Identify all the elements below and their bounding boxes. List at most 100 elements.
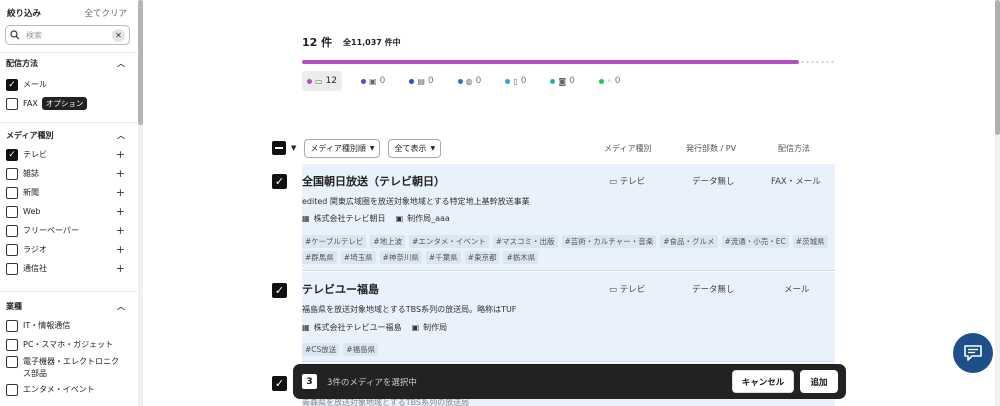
option-it[interactable]: IT・情報通信 (0, 316, 137, 335)
option-mail[interactable]: ✓ メール (0, 75, 137, 94)
section-header-delivery[interactable]: 配信方法 ︿ (0, 53, 137, 73)
cancel-button[interactable]: キャンセル (732, 370, 794, 393)
plus-icon[interactable]: + (116, 262, 125, 275)
option-label: Web (23, 207, 41, 216)
media-name[interactable]: 全国朝日放送（テレビ朝日） (302, 173, 445, 189)
filter-search-input[interactable]: 検索 ✕ (5, 25, 130, 45)
option-entertainment[interactable]: エンタメ・イベント (0, 380, 137, 399)
main-scroll-thumb[interactable] (995, 0, 1000, 135)
media-count: 0 (569, 76, 575, 86)
dept-cell: データ無し (692, 285, 735, 295)
filter-title: 絞り込み (7, 8, 42, 19)
table-row[interactable]: 全国朝日放送（テレビ朝日） ▭ テレビ データ無し FAX・メール edited… (302, 164, 835, 271)
option-tv[interactable]: ✓ テレビ + (0, 145, 137, 164)
checkbox-icon[interactable] (6, 97, 18, 110)
search-placeholder: 検索 (26, 30, 42, 40)
section-delivery: 配信方法 ︿ ✓ メール FAX オプション (0, 52, 137, 113)
option-magazine[interactable]: 雑誌 + (0, 164, 137, 183)
checkbox-icon[interactable] (6, 338, 18, 351)
option-web[interactable]: Web + (0, 202, 137, 221)
media-type-freepaper[interactable]: ▯ 0 (500, 71, 531, 91)
media-meta: ▦ 株式会社テレビユー福島 ▣ 制作局 (302, 322, 447, 333)
checkbox-icon[interactable] (6, 205, 18, 218)
building-icon: ▦ (302, 214, 310, 223)
add-button[interactable]: 追加 (800, 370, 838, 393)
magazine-icon: ▣ (369, 76, 377, 86)
checkbox-icon[interactable] (6, 356, 18, 368)
checkbox-icon[interactable] (6, 186, 18, 199)
sort-dropdown[interactable]: メディア種別順 ▼ (304, 138, 381, 158)
plus-icon[interactable]: + (116, 167, 125, 180)
plus-icon[interactable]: + (116, 205, 125, 218)
section-title: 業種 (6, 301, 22, 311)
row-checkbox[interactable]: ✓ (272, 376, 287, 391)
chevron-up-icon[interactable]: ︿ (117, 130, 125, 141)
option-badge: オプション (41, 97, 88, 110)
caret-down-icon[interactable]: ▼ (291, 144, 296, 152)
media-type-magazine[interactable]: ▣ 0 (356, 71, 390, 91)
chevron-up-icon[interactable]: ︿ (117, 58, 125, 69)
option-radio[interactable]: ラジオ + (0, 240, 137, 259)
option-pc[interactable]: PC・スマホ・ガジェット (0, 335, 137, 354)
checkbox-checked-icon[interactable]: ✓ (6, 148, 18, 161)
option-label: メール (23, 80, 47, 89)
plus-icon[interactable]: + (116, 224, 125, 237)
section-header-industry[interactable]: 業種 ︿ (0, 296, 137, 316)
media-name[interactable]: テレビユー福島 (302, 281, 379, 297)
media-type-radio[interactable]: ◙ 0 (545, 71, 580, 91)
media-count: 0 (475, 76, 482, 86)
checkbox-checked-icon[interactable]: ✓ (6, 78, 18, 91)
media-type-news-agency[interactable]: ◦ 0 (594, 71, 625, 91)
media-type-tv[interactable]: ▭ 12 (302, 71, 343, 91)
main-scrollbar[interactable] (995, 0, 1000, 406)
tag: #CS放送 (302, 343, 340, 356)
checkbox-icon[interactable] (6, 383, 18, 396)
delivery-cell: メール (784, 285, 810, 295)
display-dropdown[interactable]: 全て表示 ▼ (388, 138, 442, 158)
chat-button[interactable] (953, 333, 993, 373)
option-news-agency[interactable]: 通信社 + (0, 259, 137, 278)
tag: #芸術・カルチャー・音楽 (561, 235, 657, 248)
row-checkbox[interactable]: ✓ (272, 174, 287, 189)
progress-bar (302, 60, 799, 64)
checkbox-icon[interactable] (6, 319, 18, 332)
checkbox-icon[interactable] (6, 262, 18, 275)
plus-icon[interactable]: + (116, 243, 125, 256)
option-label: PC・スマホ・ガジェット (23, 340, 114, 349)
media-type-web[interactable]: ◍ 0 (453, 71, 487, 91)
table-row[interactable]: テレビユー福島 ▭ テレビ データ無し メール 福島県を放送対象地域とするTBS… (302, 272, 835, 362)
caret-down-icon: ▼ (369, 144, 375, 152)
clear-search-icon[interactable]: ✕ (112, 28, 125, 42)
department-icon: ▣ (395, 214, 404, 223)
tv-icon: ▭ (609, 285, 620, 295)
checkbox-icon[interactable] (6, 224, 18, 237)
option-freepaper[interactable]: フリーペーパー + (0, 221, 137, 240)
row-checkbox[interactable]: ✓ (272, 283, 287, 298)
tag: #千葉県 (425, 251, 461, 264)
option-label: テレビ (23, 150, 47, 159)
clear-all-link[interactable]: 全てクリア (84, 7, 127, 19)
option-electronics[interactable]: 電子機器・エレクトロニクス部品 (0, 354, 137, 380)
option-fax[interactable]: FAX オプション (0, 94, 137, 113)
plus-icon[interactable]: + (116, 148, 125, 161)
checkbox-icon[interactable] (6, 167, 18, 180)
option-label: FAX (23, 99, 38, 108)
option-label: 通信社 (23, 264, 47, 273)
section-media-type: メディア種別 ︿ ✓ テレビ + 雑誌 + 新聞 + Web + フリーペーパー + ラジオ… (0, 122, 137, 278)
list-toolbar: ▼ メディア種別順 ▼ 全て表示 ▼ メディア種別 発行部数 / PV 配信方法 (272, 138, 832, 158)
option-label: 新聞 (23, 188, 39, 197)
newspaper-icon: ▤ (417, 76, 425, 86)
media-type-newspaper[interactable]: ▤ 0 (404, 71, 438, 91)
dept-cell: データ無し (692, 177, 735, 187)
checkbox-icon[interactable] (6, 243, 18, 256)
media-type-cell: ▭ テレビ (609, 285, 646, 295)
tag: #神奈川県 (379, 251, 422, 264)
chevron-up-icon[interactable]: ︿ (117, 301, 125, 312)
option-newspaper[interactable]: 新聞 + (0, 183, 137, 202)
progress-remaining (800, 60, 836, 64)
section-header-media-type[interactable]: メディア種別 ︿ (0, 125, 137, 145)
option-label: エンタメ・イベント (23, 385, 95, 394)
plus-icon[interactable]: + (116, 186, 125, 199)
select-all-checkbox[interactable] (272, 141, 286, 155)
tag: #福島県 (343, 343, 379, 356)
